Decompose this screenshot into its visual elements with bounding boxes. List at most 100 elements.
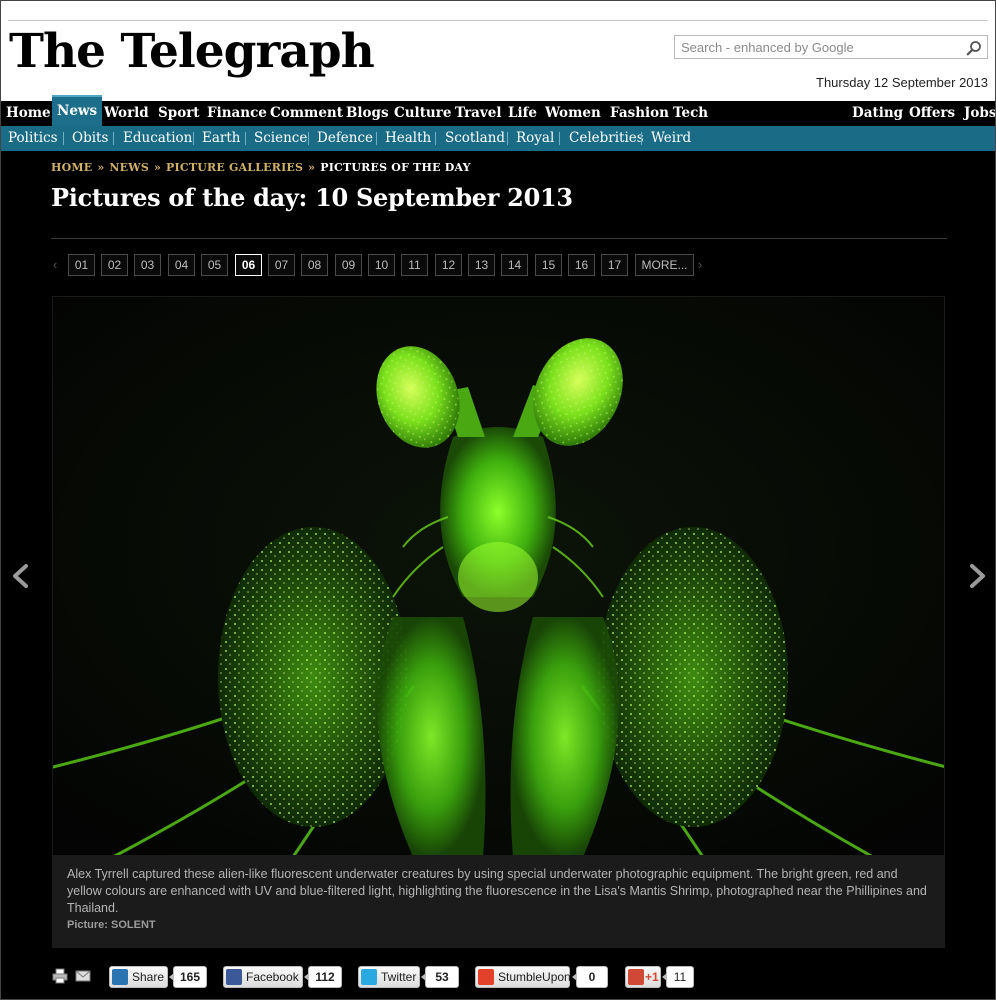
subnav-divider [63,132,64,145]
subnav-divider [435,132,436,145]
breadcrumb-home[interactable]: HOME [51,161,92,174]
current-date: Thursday 12 September 2013 [816,75,988,90]
breadcrumb-separator: » [97,161,105,174]
title-divider [51,238,947,239]
share-label: +1 [645,970,659,984]
search-input[interactable] [675,36,961,58]
pager-page[interactable]: 12 [435,254,462,276]
nav-item-life[interactable]: Life [508,101,537,126]
stumbleupon-icon [478,969,494,985]
subnav-item-politics[interactable]: Politics [8,126,58,151]
google-plus-icon [628,969,644,985]
subnav-item-health[interactable]: Health [385,126,431,151]
photo-credit: Picture: SOLENT [67,919,156,931]
pager-page[interactable]: 16 [568,254,595,276]
share-label: StumbleUpon [498,970,571,984]
nav-item-home[interactable]: Home [6,101,51,126]
pager-page[interactable]: 04 [168,254,195,276]
share-label: Twitter [381,970,417,984]
nav-item-finance[interactable]: Finance [207,101,267,126]
share-count: 112 [304,966,342,988]
share-count: 165 [169,966,207,988]
search-icon[interactable] [966,40,982,56]
twitter-icon [361,969,377,985]
breadcrumb-separator: » [308,161,316,174]
pager-page[interactable]: 08 [301,254,328,276]
mantis-shrimp-illustration [53,297,944,855]
pager-page[interactable]: 01 [68,254,95,276]
pager-page[interactable]: 15 [535,254,562,276]
pager-more-button[interactable]: MORE... [635,254,694,276]
pager-page[interactable]: 13 [468,254,495,276]
pager-page[interactable]: 05 [201,254,228,276]
nav-item-tech[interactable]: Tech [673,101,708,126]
nav-item-travel[interactable]: Travel [455,101,502,126]
breadcrumb-news[interactable]: NEWS [109,161,149,174]
subnav-item-obits[interactable]: Obits [72,126,108,151]
email-icon[interactable] [75,968,91,984]
facebook-icon [226,969,242,985]
pager-page[interactable]: 10 [368,254,395,276]
subnav-item-scotland[interactable]: Scotland [445,126,505,151]
pager-page[interactable]: 17 [601,254,628,276]
subnav-divider [113,132,114,145]
pager-page-active[interactable]: 06 [235,254,262,276]
nav-item-fashion[interactable]: Fashion [610,101,669,126]
nav-item-women[interactable]: Women [545,101,601,126]
nav-item-sport[interactable]: Sport [158,101,200,126]
telegraph-logo[interactable]: The Telegraph [9,24,375,80]
stumbleupon-share-button[interactable]: StumbleUpon [475,966,571,988]
pager-next-icon[interactable]: › [698,257,702,272]
search-box[interactable] [674,35,988,59]
share-count: 53 [421,966,459,988]
photo-caption: Alex Tyrrell captured these alien-like f… [52,856,945,948]
subnav-divider [641,132,642,145]
secondary-nav: Politics Obits Education Earth Science D… [0,126,996,151]
gallery-prev-icon[interactable] [8,560,32,592]
subnav-item-education[interactable]: Education [123,126,192,151]
share-label: Facebook [246,970,299,984]
print-icon[interactable] [52,968,68,984]
page-title: Pictures of the day: 10 September 2013 [51,183,573,212]
pager-page[interactable]: 02 [101,254,128,276]
linkedin-icon [112,969,128,985]
site-header: The Telegraph Thursday 12 September 2013 [0,0,996,101]
twitter-share-button[interactable]: Twitter [358,966,420,988]
pager-page[interactable]: 03 [134,254,161,276]
pager-page[interactable]: 14 [501,254,528,276]
caption-text: Alex Tyrrell captured these alien-like f… [67,867,927,915]
nav-item-jobs[interactable]: Jobs [964,101,996,126]
pager-page[interactable]: 11 [401,254,428,276]
facebook-share-button[interactable]: Facebook [223,966,303,988]
subnav-item-celebrities[interactable]: Celebrities [569,126,644,151]
subnav-item-weird[interactable]: Weird [651,126,691,151]
nav-item-culture[interactable]: Culture [394,101,451,126]
pager-page[interactable]: 07 [268,254,295,276]
breadcrumb: HOME » NEWS » PICTURE GALLERIES » PICTURES OF … [51,161,471,174]
share-label: Share [132,970,165,984]
subnav-divider [559,132,560,145]
subnav-divider [376,132,377,145]
nav-item-blogs[interactable]: Blogs [346,101,389,126]
breadcrumb-picture-galleries[interactable]: PICTURE GALLERIES [166,161,303,174]
subnav-item-science[interactable]: Science [254,126,307,151]
subnav-item-royal[interactable]: Royal [516,126,554,151]
subnav-divider [245,132,246,145]
share-count: 0 [572,966,608,988]
nav-item-comment[interactable]: Comment [270,101,343,126]
linkedin-share-button[interactable]: Share [109,966,168,988]
primary-nav: Home News World Sport Finance Comment Bl… [0,95,996,126]
header-rule [8,20,988,21]
share-count: 11 [662,966,694,988]
nav-item-news[interactable]: News [52,95,103,126]
nav-item-offers[interactable]: Offers [909,101,955,126]
pager-page[interactable]: 09 [335,254,362,276]
google-plus-button[interactable]: +1 [625,966,661,988]
subnav-item-defence[interactable]: Defence [317,126,373,151]
subnav-item-earth[interactable]: Earth [202,126,240,151]
nav-item-dating[interactable]: Dating [852,101,903,126]
gallery-photo[interactable] [52,296,945,856]
pager-prev-icon[interactable]: ‹ [53,257,57,272]
nav-item-world[interactable]: World [104,101,149,126]
gallery-next-icon[interactable] [966,560,990,592]
